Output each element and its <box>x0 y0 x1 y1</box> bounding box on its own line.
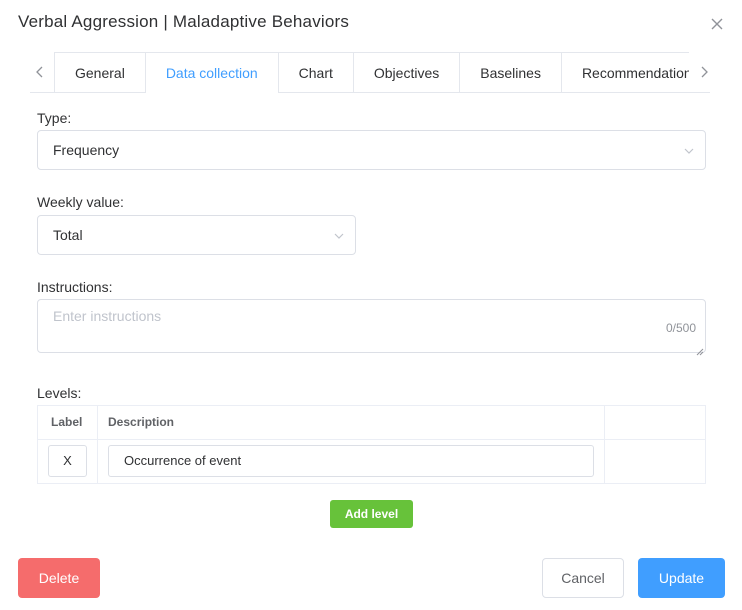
weekly-value-select-value: Total <box>53 227 83 243</box>
type-label: Type: <box>37 110 72 126</box>
dialog-title: Verbal Aggression | Maladaptive Behavior… <box>18 12 350 31</box>
chevron-down-icon <box>683 144 695 156</box>
levels-table: Label Description X Occurrence of event <box>37 405 706 484</box>
chevron-left-icon[interactable] <box>32 64 48 80</box>
close-icon[interactable] <box>708 15 726 33</box>
level-label-input[interactable]: X <box>48 445 87 477</box>
tab-objectives[interactable]: Objectives <box>352 53 459 93</box>
type-select[interactable]: Frequency <box>37 130 706 170</box>
delete-button[interactable]: Delete <box>18 558 100 598</box>
tab-baselines[interactable]: Baselines <box>459 53 561 93</box>
level-description-input[interactable]: Occurrence of event <box>108 445 594 477</box>
dialog: Verbal Aggression | Maladaptive Behavior… <box>0 0 742 610</box>
instructions-char-count: 0/500 <box>665 321 696 335</box>
levels-label: Levels: <box>37 385 82 401</box>
column-header-description: Description <box>108 415 175 429</box>
chevron-down-icon <box>333 229 345 241</box>
tab-recommendations[interactable]: Recommendations <box>560 53 689 93</box>
instructions-textarea[interactable]: Enter instructions 0/500 <box>37 299 706 356</box>
add-level-button[interactable]: Add level <box>330 500 413 528</box>
tab-chart[interactable]: Chart <box>277 53 353 93</box>
tab-data-collection[interactable]: Data collection <box>144 53 278 93</box>
chevron-right-icon[interactable] <box>696 64 712 80</box>
instructions-label: Instructions: <box>37 279 113 295</box>
update-button[interactable]: Update <box>638 558 725 598</box>
column-header-label: Label <box>51 415 83 429</box>
instructions-placeholder: Enter instructions <box>53 308 162 324</box>
tab-viewport: General Data collection Chart Objectives… <box>54 52 689 93</box>
tab-general[interactable]: General <box>54 53 145 93</box>
type-select-value: Frequency <box>53 142 120 158</box>
cancel-button[interactable]: Cancel <box>542 558 624 598</box>
weekly-value-label: Weekly value: <box>37 194 124 210</box>
tab-bar: General Data collection Chart Objectives… <box>30 52 710 93</box>
weekly-value-select[interactable]: Total <box>37 215 356 255</box>
resize-handle-icon[interactable] <box>696 343 704 356</box>
